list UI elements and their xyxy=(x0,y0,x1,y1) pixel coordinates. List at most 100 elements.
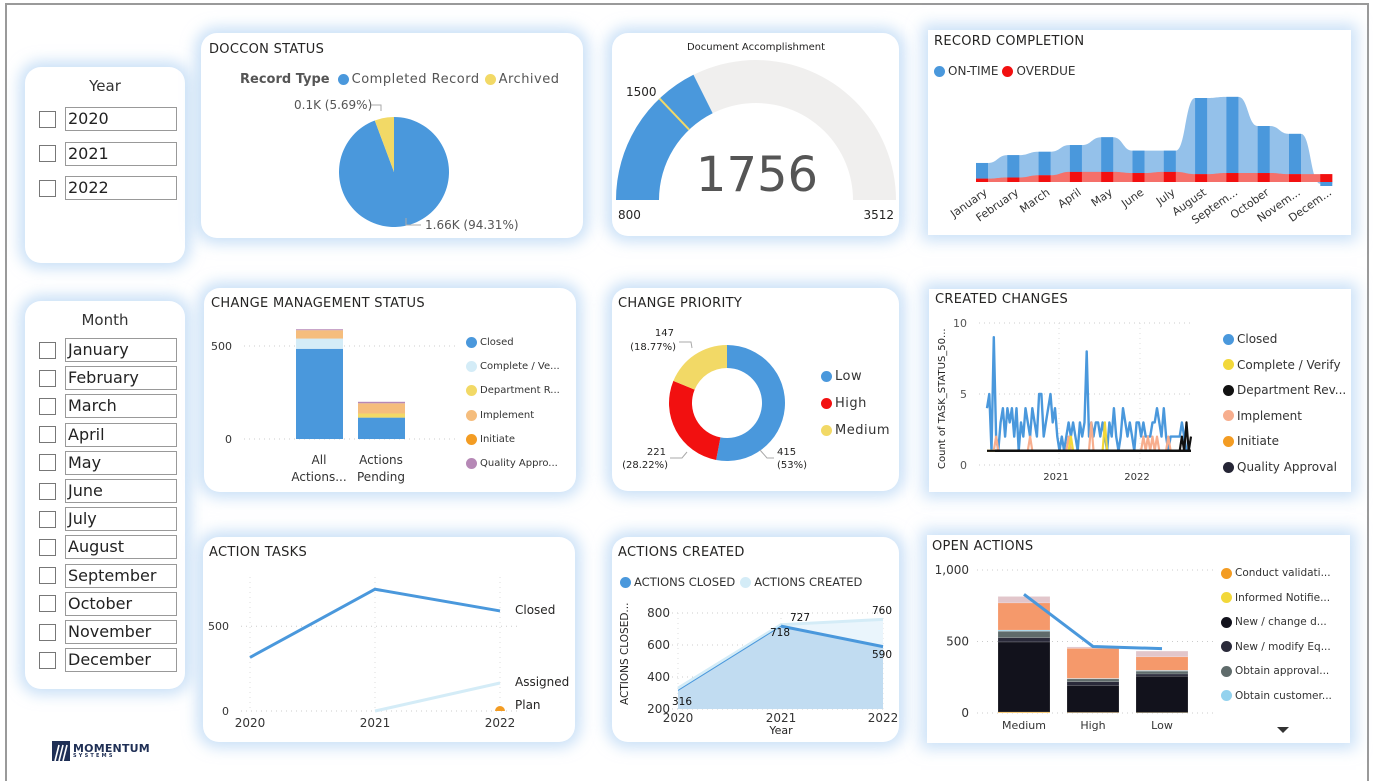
legend-item[interactable]: Department R... xyxy=(466,385,560,397)
overdue-bar[interactable] xyxy=(976,178,988,182)
slicer-item-december[interactable]: December xyxy=(39,648,177,673)
legend-item[interactable]: Medium xyxy=(821,423,890,438)
legend-item[interactable]: High xyxy=(821,396,867,411)
legend-item[interactable]: Closed xyxy=(1223,332,1277,346)
legend-item[interactable]: Conduct validati... xyxy=(1221,567,1331,579)
donut-slice-high[interactable] xyxy=(669,380,721,460)
slicer-item-january[interactable]: January xyxy=(39,338,177,362)
bar-segment[interactable] xyxy=(1066,648,1120,679)
slicer-label[interactable]: July xyxy=(65,507,177,532)
change-priority-donut[interactable]: 147 (18.77%) 221 (28.22%) 415 (53%) xyxy=(612,288,899,491)
slicer-label[interactable]: 2020 xyxy=(65,107,177,131)
checkbox[interactable] xyxy=(39,651,56,669)
overdue-bar[interactable] xyxy=(1163,171,1176,182)
legend-more-caret-down-icon[interactable] xyxy=(1277,727,1289,733)
ontime-bar[interactable] xyxy=(976,162,988,179)
slicer-item-2022[interactable]: 2022 xyxy=(39,176,177,200)
legend-item[interactable]: Department Rev... xyxy=(1223,383,1346,397)
actions-created-chart[interactable]: ACTIONS CLOSED... Year 2004006008002020 2… xyxy=(612,537,899,742)
gauge-chart[interactable]: Document Accomplishment 1756 800 3512 15… xyxy=(612,33,899,236)
legend-item[interactable]: Implement xyxy=(466,409,534,421)
bar-segment[interactable] xyxy=(1135,675,1189,713)
checkbox[interactable] xyxy=(39,145,56,162)
bar-segment[interactable] xyxy=(997,630,1051,638)
series-line-assigned[interactable] xyxy=(374,681,501,713)
slicer-item-november[interactable]: November xyxy=(39,620,177,644)
series-line-closed[interactable] xyxy=(985,336,1191,452)
bar-segment[interactable] xyxy=(1135,673,1189,677)
bar-segment-complete-ve-[interactable] xyxy=(296,338,343,349)
ontime-bar[interactable] xyxy=(1132,150,1145,174)
donut-slice-medium[interactable] xyxy=(673,345,727,390)
overdue-bar[interactable] xyxy=(1069,171,1082,182)
slicer-item-2021[interactable]: 2021 xyxy=(39,141,177,166)
created-changes-card[interactable]: CREATED CHANGES Count of TASK_STATUS_50.… xyxy=(929,289,1351,492)
checkbox[interactable] xyxy=(39,595,56,613)
slicer-label[interactable]: March xyxy=(65,394,177,419)
slicer-label[interactable]: 2021 xyxy=(65,141,177,166)
slicer-item-march[interactable]: March xyxy=(39,394,177,419)
checkbox[interactable] xyxy=(39,179,56,197)
overdue-bar[interactable] xyxy=(1038,175,1051,182)
checkbox[interactable] xyxy=(39,567,56,585)
slicer-label[interactable]: June xyxy=(65,479,177,503)
open-actions-card[interactable]: OPEN ACTIONS 0 500 1,000 Medium High Low Cond… xyxy=(927,535,1350,743)
ontime-bar[interactable] xyxy=(1257,126,1270,174)
slicer-label[interactable]: September xyxy=(65,563,177,588)
legend-item[interactable]: New / change d... xyxy=(1221,616,1327,628)
change-management-card[interactable]: CHANGE MANAGEMENT STATUS 500 0 All Actions.… xyxy=(204,288,576,492)
bar-segment-quality-appro-[interactable] xyxy=(358,401,405,404)
checkbox[interactable] xyxy=(39,110,56,128)
overdue-bar[interactable] xyxy=(1007,177,1020,182)
slicer-item-february[interactable]: February xyxy=(39,366,177,391)
bar-segment[interactable] xyxy=(1066,678,1120,682)
legend-item[interactable]: Obtain customer... xyxy=(1221,690,1332,702)
checkbox[interactable] xyxy=(39,510,56,528)
slicer-label[interactable]: January xyxy=(65,338,177,362)
record-completion-card[interactable]: RECORD COMPLETION ON-TIME OVERDUE Januar… xyxy=(928,30,1351,235)
bar-segment-quality-appro-[interactable] xyxy=(296,329,343,331)
slicer-item-june[interactable]: June xyxy=(39,479,177,503)
bar-segment[interactable] xyxy=(1135,656,1189,671)
doccon-pie-chart[interactable]: 0.1K (5.69%) 1.66K (94.31%) xyxy=(201,33,583,238)
document-accomplishment-card[interactable]: Document Accomplishment 1756 800 3512 15… xyxy=(612,33,899,236)
slicer-label[interactable]: October xyxy=(65,591,177,616)
legend-item[interactable]: New / modify Eq... xyxy=(1221,641,1331,653)
slicer-label[interactable]: April xyxy=(65,422,177,447)
ontime-bar[interactable] xyxy=(1320,182,1333,186)
checkbox[interactable] xyxy=(39,454,56,472)
overdue-bar[interactable] xyxy=(1320,174,1333,182)
record-completion-chart[interactable]: JanuaryFebruaryMarch April May June JulyAugu… xyxy=(928,30,1351,235)
legend-item[interactable]: Quality Appro... xyxy=(466,458,558,469)
bar-segment[interactable] xyxy=(997,641,1051,713)
checkbox[interactable] xyxy=(39,341,56,359)
bar-segment[interactable] xyxy=(1066,681,1120,686)
legend-item[interactable]: Initiate xyxy=(466,433,515,445)
slicer-item-september[interactable]: September xyxy=(39,563,177,588)
overdue-bar[interactable] xyxy=(1257,173,1270,182)
overdue-bar[interactable] xyxy=(1132,173,1145,182)
legend-item[interactable]: Complete / Verify xyxy=(1223,358,1341,372)
slicer-label[interactable]: December xyxy=(65,648,177,673)
ontime-bar[interactable] xyxy=(1163,150,1176,172)
slicer-item-may[interactable]: May xyxy=(39,450,177,475)
legend-item[interactable]: Low xyxy=(821,369,862,384)
action-tasks-chart[interactable]: 500 0 2020 2021 2022 Closed Assigned Plan xyxy=(203,537,575,742)
ontime-bar[interactable] xyxy=(1038,151,1051,176)
slicer-item-october[interactable]: October xyxy=(39,591,177,616)
bar-segment[interactable] xyxy=(997,637,1051,643)
bar-segment[interactable] xyxy=(1135,650,1189,658)
ontime-bar[interactable] xyxy=(1069,145,1082,172)
bar-segment[interactable] xyxy=(1066,685,1120,713)
slicer-label[interactable]: November xyxy=(65,620,177,644)
ontime-bar[interactable] xyxy=(1007,155,1020,178)
legend-item[interactable]: Quality Approval xyxy=(1223,460,1337,474)
overdue-bar[interactable] xyxy=(1289,174,1301,182)
action-tasks-card[interactable]: ACTION TASKS 500 0 2020 2021 2022 Closed Assig… xyxy=(203,537,575,742)
slicer-label[interactable]: 2022 xyxy=(65,176,177,200)
bar-segment-implement[interactable] xyxy=(296,330,343,339)
ontime-bar[interactable] xyxy=(1195,98,1208,175)
actions-created-card[interactable]: ACTIONS CREATED ACTIONS CLOSED ACTIONS C… xyxy=(612,537,899,742)
checkbox[interactable] xyxy=(39,426,56,444)
ontime-bar[interactable] xyxy=(1101,137,1114,172)
